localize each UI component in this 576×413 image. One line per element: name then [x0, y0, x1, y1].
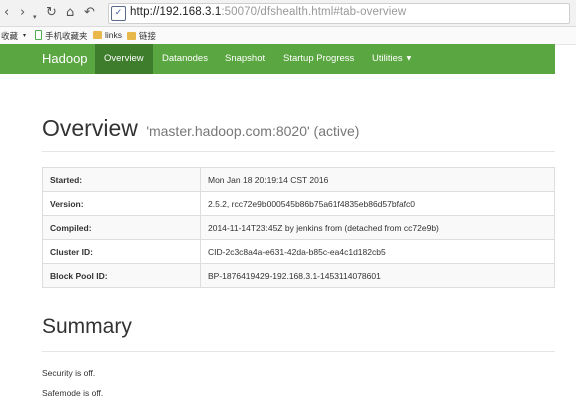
- folder-icon: [93, 31, 102, 39]
- bookmark-links[interactable]: links: [93, 30, 122, 40]
- back-icon[interactable]: ‹: [4, 4, 9, 22]
- browser-toolbar: ‹ › ▾ ↻ ⌂ ↶ ✓ http://192.168.3.1:50070/d…: [0, 0, 576, 27]
- table-row: Block Pool ID: BP-1876419429-192.168.3.1…: [42, 263, 555, 288]
- tab-snapshot[interactable]: Snapshot: [225, 44, 265, 74]
- tab-overview[interactable]: Overview: [95, 44, 153, 74]
- tab-datanodes[interactable]: Datanodes: [162, 44, 208, 74]
- row-key: Compiled:: [42, 215, 201, 240]
- forward-icon[interactable]: ›: [20, 4, 25, 22]
- safemode-status: Safemode is off.: [42, 388, 104, 398]
- row-key: Started:: [42, 167, 201, 192]
- row-key: Block Pool ID:: [42, 263, 201, 288]
- overview-title: Overview: [42, 115, 138, 141]
- refresh-icon[interactable]: ↻: [46, 4, 57, 22]
- phone-icon: [35, 30, 42, 40]
- home-icon[interactable]: ⌂: [66, 4, 74, 22]
- table-row: Compiled: 2014-11-14T23:45Z by jenkins f…: [42, 215, 555, 240]
- divider: [42, 151, 555, 152]
- chevron-down-icon[interactable]: ▾: [23, 32, 26, 39]
- bookmarks-bar: 收藏 ▾ 手机收藏夹 links 链接: [0, 27, 576, 45]
- overview-table: Started: Mon Jan 18 20:19:14 CST 2016 Ve…: [42, 167, 555, 288]
- chevron-down-icon: ▼: [406, 55, 412, 62]
- folder-icon: [127, 32, 136, 40]
- address-bar[interactable]: ✓ http://192.168.3.1:50070/dfshealth.htm…: [108, 3, 570, 24]
- url-text[interactable]: http://192.168.3.1:50070/dfshealth.html#…: [130, 6, 406, 18]
- row-value: 2014-11-14T23:45Z by jenkins from (detac…: [200, 215, 555, 240]
- undo-icon[interactable]: ↶: [84, 4, 95, 22]
- tab-startup-progress[interactable]: Startup Progress: [283, 44, 354, 74]
- page-title: Overview 'master.hadoop.com:8020' (activ…: [42, 115, 359, 142]
- tab-utilities[interactable]: Utilities ▼: [372, 44, 411, 74]
- security-status: Security is off.: [42, 368, 96, 378]
- row-value: CID-2c3c8a4a-e631-42da-b85c-ea4c1d182cb5: [200, 239, 555, 264]
- summary-title: Summary: [42, 315, 132, 338]
- row-value: BP-1876419429-192.168.3.1-1453114078601: [200, 263, 555, 288]
- bookmark-mobile[interactable]: 手机收藏夹: [35, 30, 88, 42]
- table-row: Started: Mon Jan 18 20:19:14 CST 2016: [42, 167, 555, 192]
- row-value: Mon Jan 18 20:19:14 CST 2016: [200, 167, 555, 192]
- overview-subtitle: 'master.hadoop.com:8020' (active): [146, 123, 360, 139]
- shield-icon: ✓: [111, 6, 126, 21]
- row-key: Cluster ID:: [42, 239, 201, 264]
- divider: [42, 351, 555, 352]
- table-row: Cluster ID: CID-2c3c8a4a-e631-42da-b85c-…: [42, 239, 555, 264]
- dropdown-icon[interactable]: ▾: [33, 8, 37, 26]
- row-key: Version:: [42, 191, 201, 216]
- brand-logo[interactable]: Hadoop: [42, 44, 88, 74]
- row-value: 2.5.2, rcc72e9b000545b86b75a61f4835eb86d…: [200, 191, 555, 216]
- table-row: Version: 2.5.2, rcc72e9b000545b86b75a61f…: [42, 191, 555, 216]
- bookmark-links-cn[interactable]: 链接: [127, 30, 156, 42]
- bookmarks-label[interactable]: 收藏: [1, 30, 18, 42]
- main-navbar: Hadoop Overview Datanodes Snapshot Start…: [0, 44, 555, 74]
